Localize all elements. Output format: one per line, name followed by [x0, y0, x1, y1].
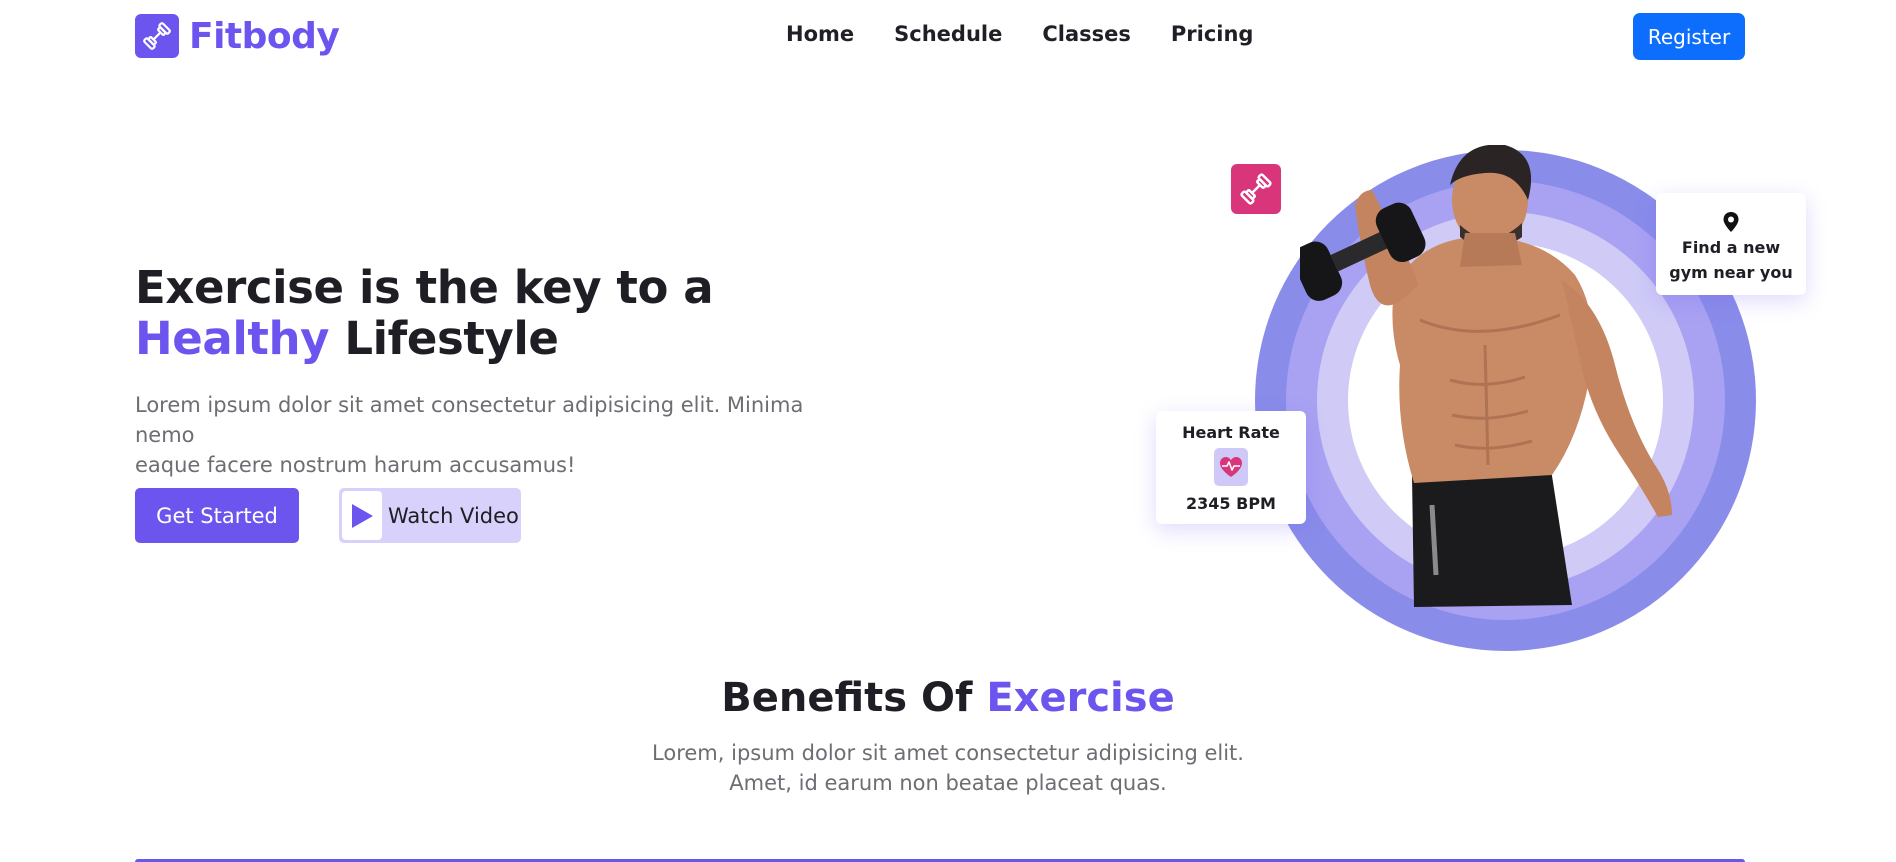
play-icon — [342, 491, 382, 540]
hero-subtitle-line1: Lorem ipsum dolor sit amet consectetur a… — [135, 393, 804, 447]
hero-title: Exercise is the key to a Healthy Lifesty… — [135, 261, 714, 365]
heart-pulse-icon — [1214, 448, 1248, 486]
hero-title-accent: Healthy — [135, 312, 330, 365]
nav-link-pricing[interactable]: Pricing — [1171, 22, 1254, 46]
brand-logo[interactable]: Fitbody — [135, 14, 340, 58]
find-gym-line1: Find a new — [1681, 238, 1781, 257]
register-button[interactable]: Register — [1633, 13, 1745, 60]
nav-link-classes[interactable]: Classes — [1042, 22, 1131, 46]
watch-video-button[interactable]: Watch Video — [339, 488, 521, 543]
benefits-title: Benefits Of Exercise — [0, 675, 1896, 721]
find-gym-line2: gym near you — [1669, 263, 1793, 282]
heart-rate-value: 2345 BPM — [1186, 494, 1276, 513]
main-menu: Home Schedule Classes Pricing — [786, 22, 1253, 46]
hero-title-rest: Lifestyle — [344, 312, 559, 365]
athlete-image — [1300, 145, 1672, 607]
get-started-button[interactable]: Get Started — [135, 488, 299, 543]
hero-title-line1: Exercise is the key to a — [135, 261, 714, 314]
top-navbar: Fitbody Home Schedule Classes Pricing Re… — [0, 0, 1896, 72]
benefits-title-accent: Exercise — [986, 675, 1175, 721]
dumbbell-icon — [1231, 164, 1281, 214]
heart-rate-title: Heart Rate — [1182, 423, 1280, 442]
benefits-title-main: Benefits Of — [721, 675, 973, 721]
heart-rate-card: Heart Rate 2345 BPM — [1156, 411, 1306, 524]
benefits-subtitle-line2: Amet, id earum non beatae placeat quas. — [729, 771, 1167, 795]
nav-link-schedule[interactable]: Schedule — [894, 22, 1002, 46]
watch-video-label: Watch Video — [388, 503, 519, 528]
benefits-subtitle: Lorem, ipsum dolor sit amet consectetur … — [0, 738, 1896, 798]
dumbbell-icon — [135, 14, 179, 58]
location-pin-icon — [1723, 212, 1739, 232]
brand-name: Fitbody — [189, 15, 340, 57]
hero-subtitle-line2: eaque facere nostrum harum accusamus! — [135, 453, 576, 477]
nav-link-home[interactable]: Home — [786, 22, 854, 46]
find-gym-card[interactable]: Find a new gym near you — [1656, 193, 1806, 295]
hero-subtitle: Lorem ipsum dolor sit amet consectetur a… — [135, 390, 855, 480]
benefits-subtitle-line1: Lorem, ipsum dolor sit amet consectetur … — [652, 741, 1244, 765]
